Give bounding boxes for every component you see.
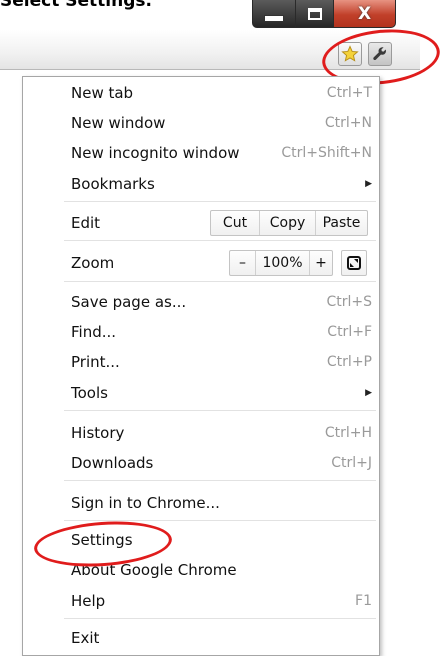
paste-button[interactable]: Paste	[315, 211, 367, 235]
menu-item-label: Exit	[71, 629, 100, 647]
menu-item-shortcut: Ctrl+S	[326, 294, 372, 310]
menu-item-bookmarks[interactable]: Bookmarks ▶	[71, 170, 372, 198]
menu-item-label: New incognito window	[71, 144, 240, 162]
menu-item-label: Save page as...	[71, 293, 187, 311]
zoom-button-group: – 100% +	[229, 250, 333, 276]
menu-item-label: Help	[71, 592, 106, 610]
menu-separator	[64, 410, 376, 411]
zoom-level: 100%	[255, 251, 309, 275]
menu-item-downloads[interactable]: Downloads Ctrl+J	[71, 449, 372, 477]
menu-item-save-page-as[interactable]: Save page as... Ctrl+S	[71, 288, 372, 316]
maximize-icon	[307, 7, 322, 20]
submenu-arrow-icon: ▶	[365, 179, 372, 189]
menu-item-shortcut: Ctrl+Shift+N	[281, 145, 372, 161]
menu-item-label: Sign in to Chrome...	[71, 494, 220, 512]
menu-item-tools[interactable]: Tools ▶	[71, 379, 372, 407]
menu-separator	[64, 240, 376, 241]
menu-item-help[interactable]: Help F1	[71, 587, 372, 615]
menu-item-shortcut: Ctrl+T	[326, 85, 372, 101]
menu-item-label: Zoom	[71, 254, 115, 272]
menu-item-exit[interactable]: Exit	[71, 624, 372, 652]
chrome-menu: New tab Ctrl+T New window Ctrl+N New inc…	[22, 76, 380, 656]
fullscreen-icon	[347, 256, 361, 270]
copy-button[interactable]: Copy	[259, 211, 315, 235]
menu-item-label: New window	[71, 114, 166, 132]
close-icon: X	[357, 3, 372, 24]
edit-button-group: Cut Copy Paste	[210, 210, 368, 236]
menu-separator	[64, 480, 376, 481]
zoom-out-button[interactable]: –	[230, 251, 255, 275]
menu-item-new-window[interactable]: New window Ctrl+N	[71, 109, 372, 137]
menu-item-shortcut: F1	[355, 593, 372, 609]
maximize-button[interactable]	[296, 0, 334, 28]
menu-item-label: History	[71, 424, 125, 442]
menu-item-sign-in[interactable]: Sign in to Chrome...	[71, 489, 372, 517]
menu-item-new-incognito-window[interactable]: New incognito window Ctrl+Shift+N	[71, 139, 372, 167]
menu-item-label: New tab	[71, 84, 134, 102]
menu-item-shortcut: Ctrl+N	[324, 115, 372, 131]
menu-item-shortcut: Ctrl+F	[327, 324, 372, 340]
menu-item-label: Bookmarks	[71, 175, 155, 193]
menu-item-history[interactable]: History Ctrl+H	[71, 419, 372, 447]
menu-separator	[64, 281, 376, 282]
menu-item-shortcut: Ctrl+J	[331, 455, 372, 471]
menu-item-label: Edit	[71, 214, 101, 232]
menu-separator	[64, 201, 376, 202]
menu-item-label: Print...	[71, 353, 120, 371]
menu-item-label: Downloads	[71, 454, 154, 472]
fullscreen-button[interactable]	[341, 250, 367, 276]
menu-item-label: Tools	[71, 384, 108, 402]
menu-item-new-tab[interactable]: New tab Ctrl+T	[71, 79, 372, 107]
menu-item-label: Find...	[71, 323, 117, 341]
menu-item-shortcut: Ctrl+P	[326, 354, 372, 370]
minimize-button[interactable]	[252, 0, 296, 28]
menu-item-shortcut: Ctrl+H	[324, 425, 372, 441]
window-controls: X	[252, 0, 396, 30]
submenu-arrow-icon: ▶	[365, 388, 372, 398]
menu-item-print[interactable]: Print... Ctrl+P	[71, 348, 372, 376]
instruction-caption: Select Settings.	[0, 0, 152, 11]
close-button[interactable]: X	[334, 0, 396, 28]
menu-item-find[interactable]: Find... Ctrl+F	[71, 318, 372, 346]
menu-separator	[64, 618, 376, 619]
cut-button[interactable]: Cut	[211, 211, 259, 235]
minimize-icon	[264, 15, 284, 22]
zoom-in-button[interactable]: +	[309, 251, 332, 275]
